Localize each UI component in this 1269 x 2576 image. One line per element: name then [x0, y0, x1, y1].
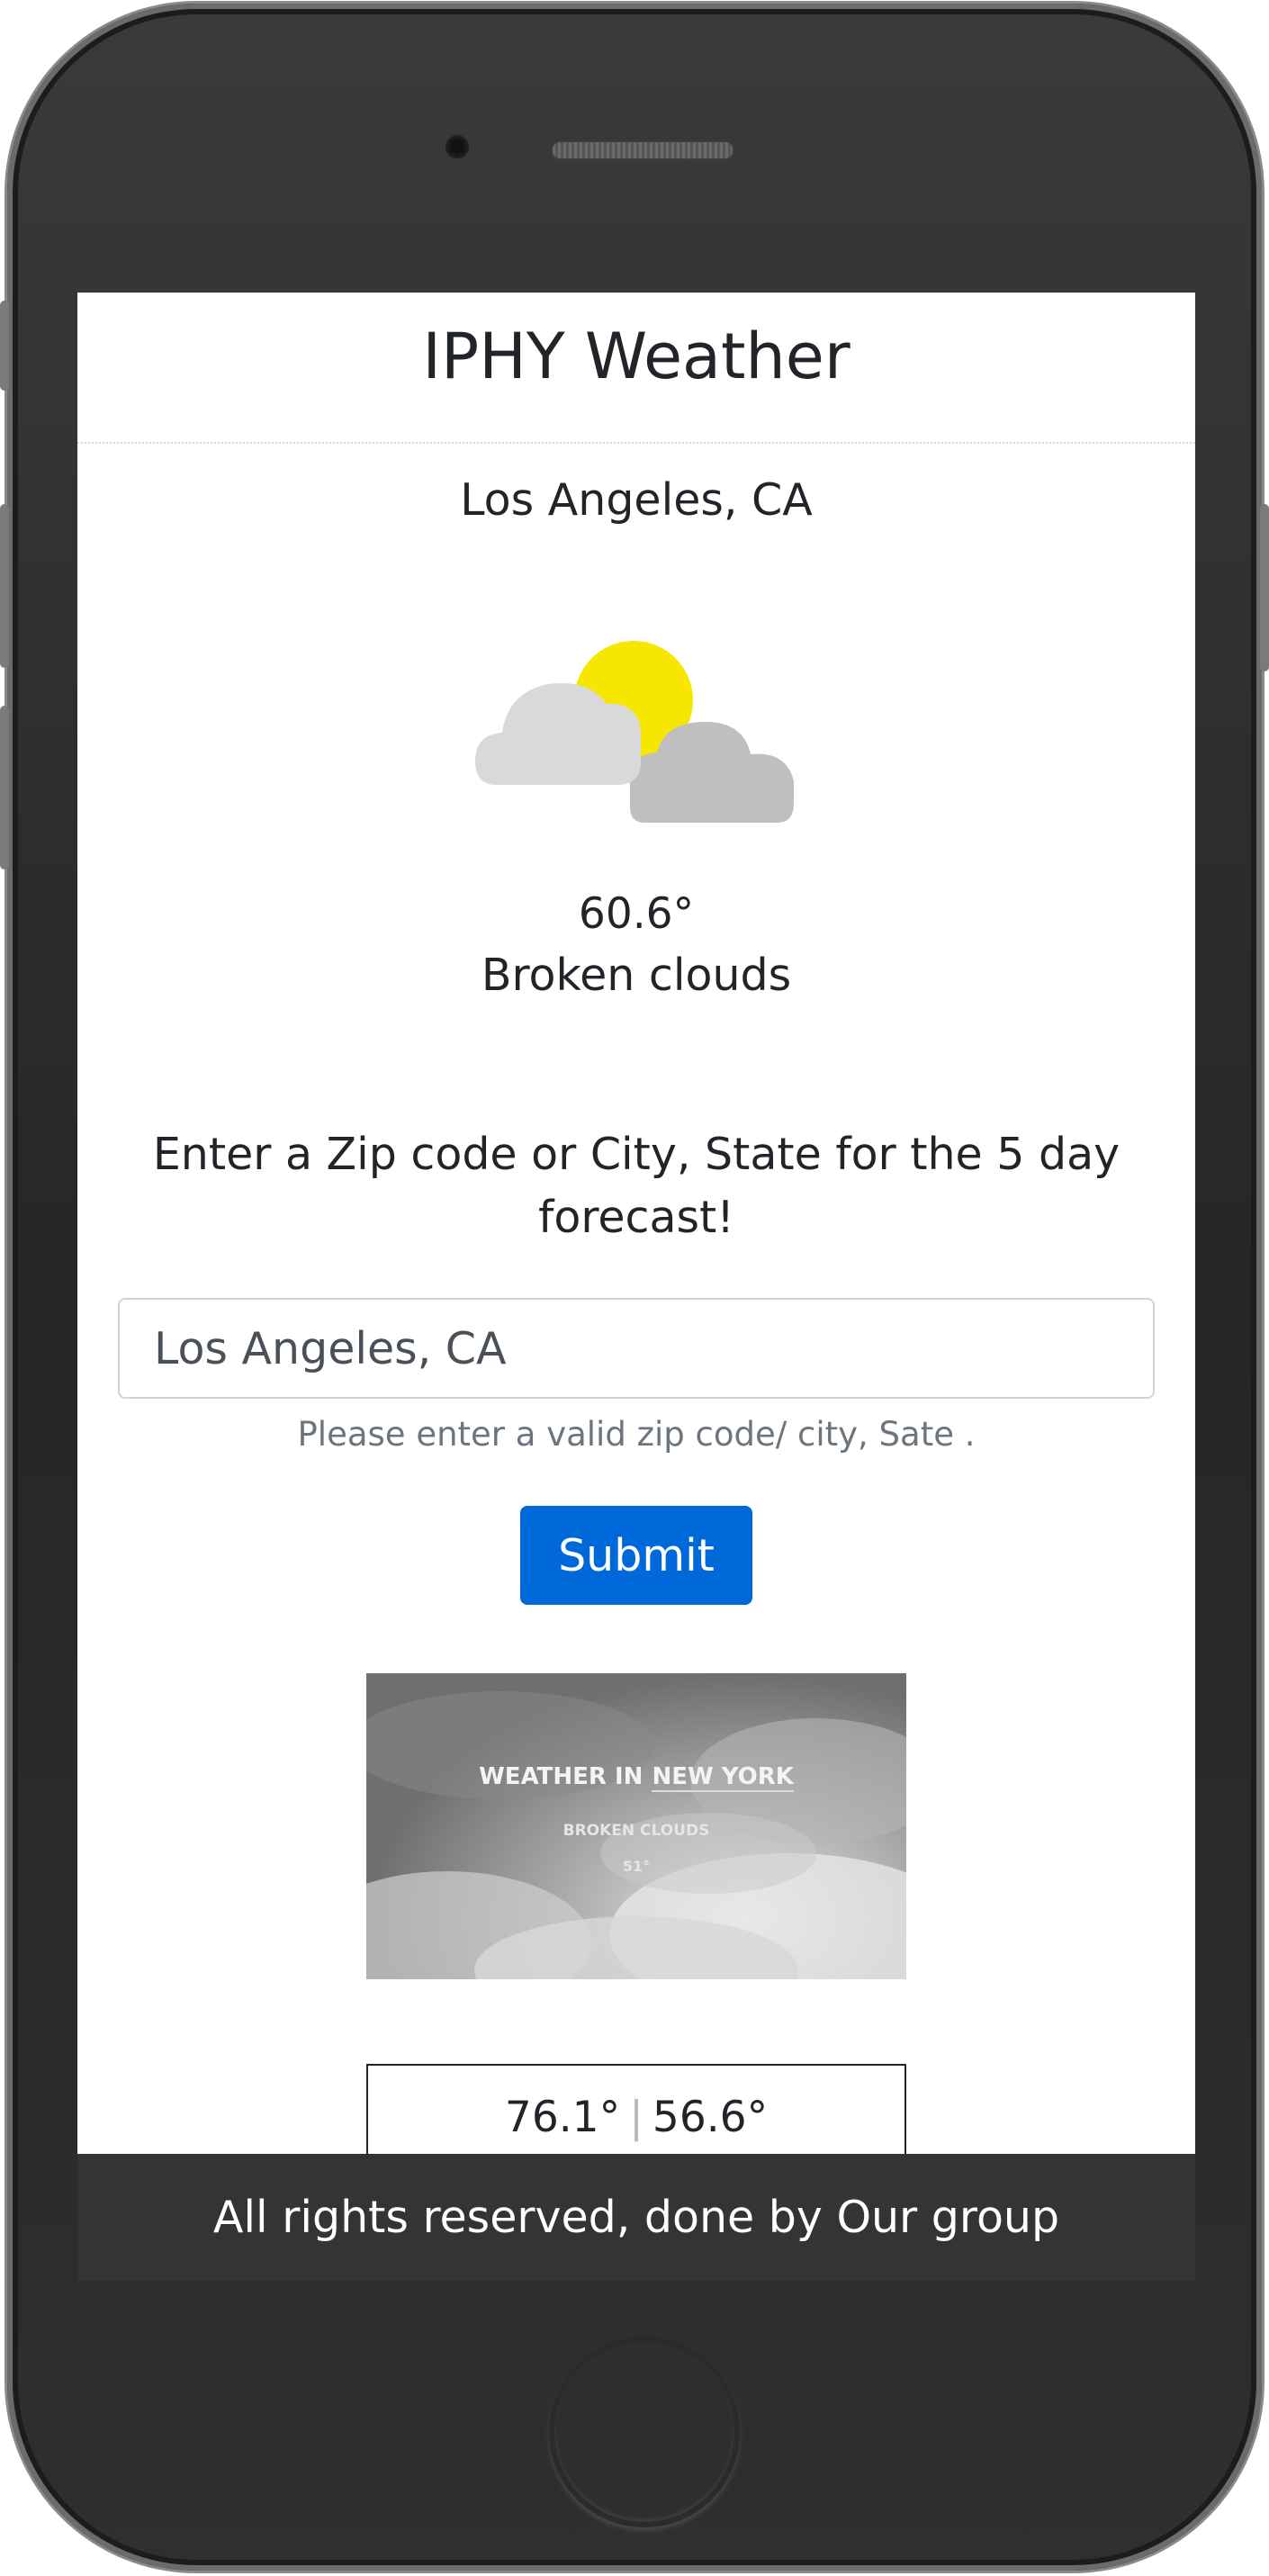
camera-icon [446, 135, 469, 158]
app-title: IPHY Weather [422, 320, 850, 393]
current-description: Broken clouds [481, 950, 792, 1001]
gif-title-location: NEW YORK [652, 1763, 794, 1792]
input-help-text: Please enter a valid zip code/ city, Sat… [297, 1415, 976, 1454]
power-button [1260, 504, 1269, 671]
forecast-separator: | [629, 2093, 644, 2142]
forecast-high: 76.1° [504, 2093, 621, 2142]
speaker-grille [551, 140, 734, 160]
gif-title-prefix: WEATHER IN [479, 1763, 644, 1790]
current-city: Los Angeles, CA [460, 474, 813, 526]
phone-frame: IPHY Weather Los Angeles, CA 60.6° Broke… [0, 4, 1269, 2571]
location-input[interactable] [118, 1298, 1155, 1399]
app-footer: All rights reserved, done by Our group [77, 2154, 1195, 2282]
weather-gif: WEATHER IN NEW YORK BROKEN CLOUDS 51° [366, 1673, 906, 1979]
gif-subtitle: BROKEN CLOUDS [562, 1822, 710, 1840]
volume-down-button [0, 706, 9, 869]
footer-text: All rights reserved, done by Our group [212, 2192, 1060, 2243]
gif-title: WEATHER IN NEW YORK [366, 1763, 906, 1792]
app-header: IPHY Weather [77, 293, 1195, 444]
broken-clouds-icon [475, 641, 794, 823]
current-weather: Los Angeles, CA 60.6° Broken clouds [77, 474, 1195, 1001]
forecast-low: 56.6° [652, 2093, 769, 2142]
gif-degrees: 51° [622, 1858, 651, 1875]
silent-switch [0, 301, 9, 391]
submit-button[interactable]: Submit [520, 1506, 752, 1605]
home-button[interactable] [549, 2337, 740, 2527]
current-temperature: 60.6° [578, 889, 695, 939]
forecast-prompt: Enter a Zip code or City, State for the … [152, 1129, 1120, 1243]
app-screen: IPHY Weather Los Angeles, CA 60.6° Broke… [77, 293, 1195, 2282]
volume-up-button [0, 504, 9, 668]
